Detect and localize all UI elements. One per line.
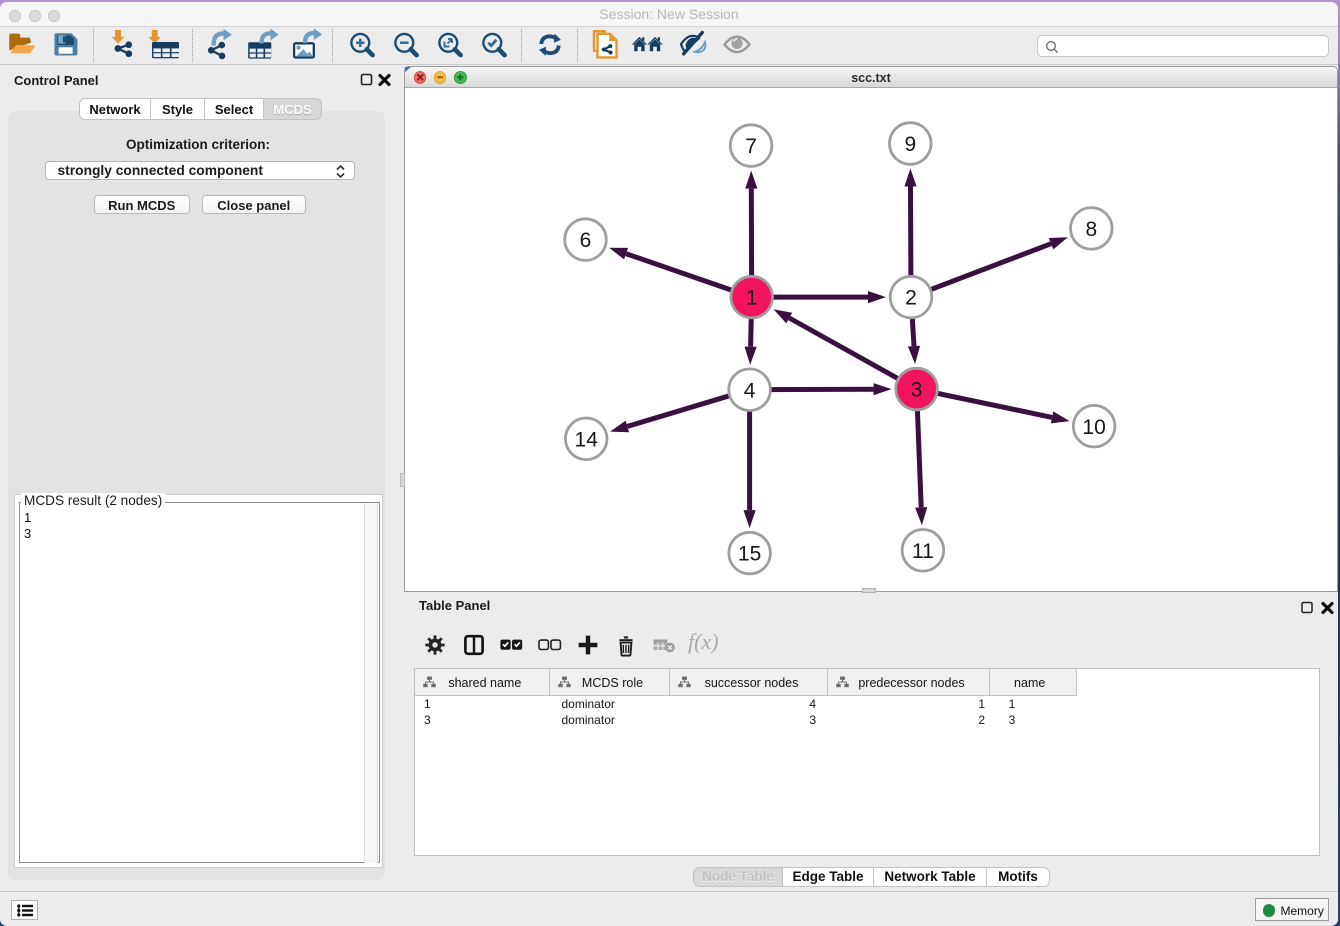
svg-text:2: 2 (905, 287, 917, 310)
svg-text:6: 6 (579, 229, 591, 252)
svg-text:11: 11 (911, 540, 933, 563)
svg-text:4: 4 (743, 379, 755, 402)
svg-text:3: 3 (910, 379, 922, 402)
svg-text:7: 7 (745, 135, 757, 158)
svg-text:14: 14 (574, 428, 598, 451)
svg-text:10: 10 (1082, 416, 1105, 439)
svg-text:9: 9 (904, 133, 916, 156)
svg-text:8: 8 (1085, 218, 1097, 241)
svg-text:15: 15 (737, 543, 760, 566)
svg-text:1: 1 (745, 287, 757, 310)
